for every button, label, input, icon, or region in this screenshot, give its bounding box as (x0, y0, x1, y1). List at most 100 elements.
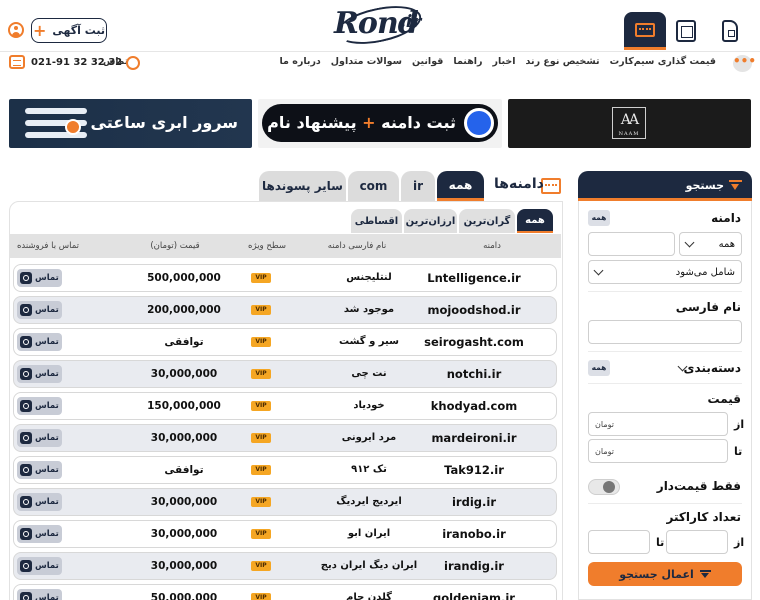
sort-tab-expensive[interactable]: گران‌ترین (459, 209, 515, 233)
sort-tab-all[interactable]: همه (517, 209, 553, 233)
nav-link-faq[interactable]: سوالات متداول (331, 56, 402, 67)
support-phone-label: تماس (103, 57, 129, 67)
nav-link-sim-pricing[interactable]: قیمت گذاری سیم‌کارت (610, 56, 716, 67)
vip-badge: VIP (251, 465, 271, 475)
table-row[interactable]: Lntelligence.ir لنتلیجنس VIP 500,000,000 تما… (13, 264, 557, 292)
whatsapp-icon (20, 496, 32, 508)
price-from-label: از (734, 418, 745, 431)
contact-seller-button[interactable]: تماس (17, 269, 62, 287)
table-row[interactable]: irdig.ir ایردیج ایردیگ VIP 30,000,000 تماس (13, 488, 557, 516)
table-row[interactable]: iranobo.ir ایران ابو VIP 30,000,000 تماس (13, 520, 557, 548)
contact-seller-button[interactable]: تماس (17, 301, 62, 319)
contact-label: تماس (35, 305, 59, 315)
persian-name: تک ۹۱۲ (351, 464, 387, 475)
contact-seller-button[interactable]: تماس (17, 429, 62, 447)
contact-seller-button[interactable]: تماس (17, 525, 62, 543)
divider (588, 291, 742, 292)
server-illustration (25, 106, 87, 142)
domain-all-badge[interactable]: همه (588, 210, 610, 226)
banner-left-text: سرور ابری ساعتی (90, 113, 238, 132)
contact-seller-button[interactable]: تماس (17, 365, 62, 383)
naam-logo-sub: NAAM (618, 131, 640, 137)
sim-card-icon[interactable] (676, 20, 696, 42)
type-tab-other[interactable]: سایر پسوندها (259, 171, 346, 201)
price: 30,000,000 (150, 528, 218, 540)
table-row[interactable]: seirogasht.com سیر و گشت VIP توافقی تماس (13, 328, 557, 356)
whatsapp-icon (20, 592, 32, 600)
sort-tab-cheap[interactable]: ارزان‌ترین (404, 209, 457, 233)
type-tab-ir[interactable]: ir (401, 171, 435, 201)
price: توافقی (164, 464, 204, 476)
contact-seller-button[interactable]: تماس (17, 461, 62, 479)
contact-label: تماس (35, 561, 59, 571)
chat-icon[interactable] (9, 55, 25, 69)
contact-seller-button[interactable]: تماس (17, 493, 62, 511)
user-icon[interactable] (8, 22, 24, 38)
tab-server[interactable] (624, 12, 666, 50)
persian-name: ایردیج ایردیگ (336, 496, 402, 507)
vip-badge: VIP (251, 433, 271, 443)
post-ad-button[interactable]: + ثبت آگهی (31, 18, 107, 43)
price: 50,000,000 (150, 592, 218, 600)
vip-badge: VIP (251, 561, 271, 571)
contact-seller-button[interactable]: تماس (17, 333, 62, 351)
contact-label: تماس (35, 593, 59, 600)
phone-number-icon[interactable] (722, 20, 738, 42)
banner-naam[interactable]: AA NAAM (508, 99, 751, 148)
vip-badge: VIP (251, 337, 271, 347)
type-tab-com[interactable]: com (348, 171, 399, 201)
whatsapp-icon (20, 432, 32, 444)
nav-link-news[interactable]: اخبار (493, 56, 516, 67)
price-from-input[interactable]: تومان (588, 412, 728, 436)
apply-search-button[interactable]: اعمال جستجو (588, 562, 742, 586)
contact-seller-button[interactable]: تماس (17, 589, 62, 600)
table-row[interactable]: Tak912.ir تک ۹۱۲ VIP توافقی تماس (13, 456, 557, 484)
persian-name: مرد ایرونی (341, 432, 397, 443)
banner-domain-register[interactable]: ثبت دامنه + پیشنهاد نام (258, 99, 502, 148)
price-to-input[interactable]: تومان (588, 439, 728, 463)
char-from-input[interactable] (666, 530, 728, 554)
banner-pill: ثبت دامنه + پیشنهاد نام (262, 104, 498, 142)
persian-name-input[interactable] (588, 320, 742, 344)
post-ad-label: ثبت آگهی (52, 24, 106, 37)
table-header: دامنه نام فارسی دامنه سطح ویژه قیمت (توم… (10, 234, 561, 258)
match-mode-select[interactable]: شامل می‌شود (588, 260, 742, 284)
table-row[interactable]: khodyad.com خودیاد VIP 150,000,000 تماس (13, 392, 557, 420)
domain-search-input[interactable] (588, 232, 675, 256)
nav-link-rond-type[interactable]: تشخیص نوع رند (526, 56, 600, 67)
more-menu-button[interactable]: ••• (733, 55, 756, 72)
price-only-toggle[interactable] (588, 479, 620, 495)
category-all-badge[interactable]: همه (588, 360, 610, 376)
whatsapp-icon (20, 400, 32, 412)
vip-badge: VIP (251, 401, 271, 411)
type-tab-all[interactable]: همه (437, 171, 484, 201)
top-header: + ثبت آگهی Rond .ir (0, 0, 760, 52)
whatsapp-icon (20, 560, 32, 572)
banner-cloud-server[interactable]: سرور ابری ساعتی (9, 99, 252, 148)
char-to-label: تا (656, 536, 665, 549)
table-row[interactable]: notchi.ir نت چی VIP 30,000,000 تماس (13, 360, 557, 388)
nav-link-about[interactable]: درباره ما (279, 56, 320, 67)
price: توافقی (164, 336, 204, 348)
extension-select[interactable]: همه (679, 232, 742, 256)
sort-tab-installment[interactable]: اقساطی (351, 209, 402, 233)
whatsapp-icon (20, 368, 32, 380)
support-icon (126, 56, 140, 70)
contact-seller-button[interactable]: تماس (17, 557, 62, 575)
nav-link-rules[interactable]: قوانین (412, 56, 443, 67)
table-row[interactable]: goldeniam.ir گلدن جام VIP 50,000,000 تماس (13, 584, 557, 600)
contact-label: تماس (35, 369, 59, 379)
table-row[interactable]: mardeironi.ir مرد ایرونی VIP 30,000,000 تماس (13, 424, 557, 452)
table-row[interactable]: irandig.ir ایران دیگ ایران دیج VIP 30,000,0… (13, 552, 557, 580)
persian-name: نت چی (351, 368, 387, 379)
contact-seller-button[interactable]: تماس (17, 397, 62, 415)
nav-link-guide[interactable]: راهنما (453, 56, 482, 67)
vip-badge: VIP (251, 273, 271, 283)
char-to-input[interactable] (588, 530, 650, 554)
table-row[interactable]: mojoodshod.ir موجود شد VIP 200,000,000 تماس (13, 296, 557, 324)
price: 500,000,000 (147, 272, 221, 284)
whatsapp-icon (20, 304, 32, 316)
price-from-placeholder: تومان (595, 419, 614, 429)
logo-ext: .ir (400, 12, 422, 32)
site-logo[interactable]: Rond .ir (333, 0, 428, 51)
